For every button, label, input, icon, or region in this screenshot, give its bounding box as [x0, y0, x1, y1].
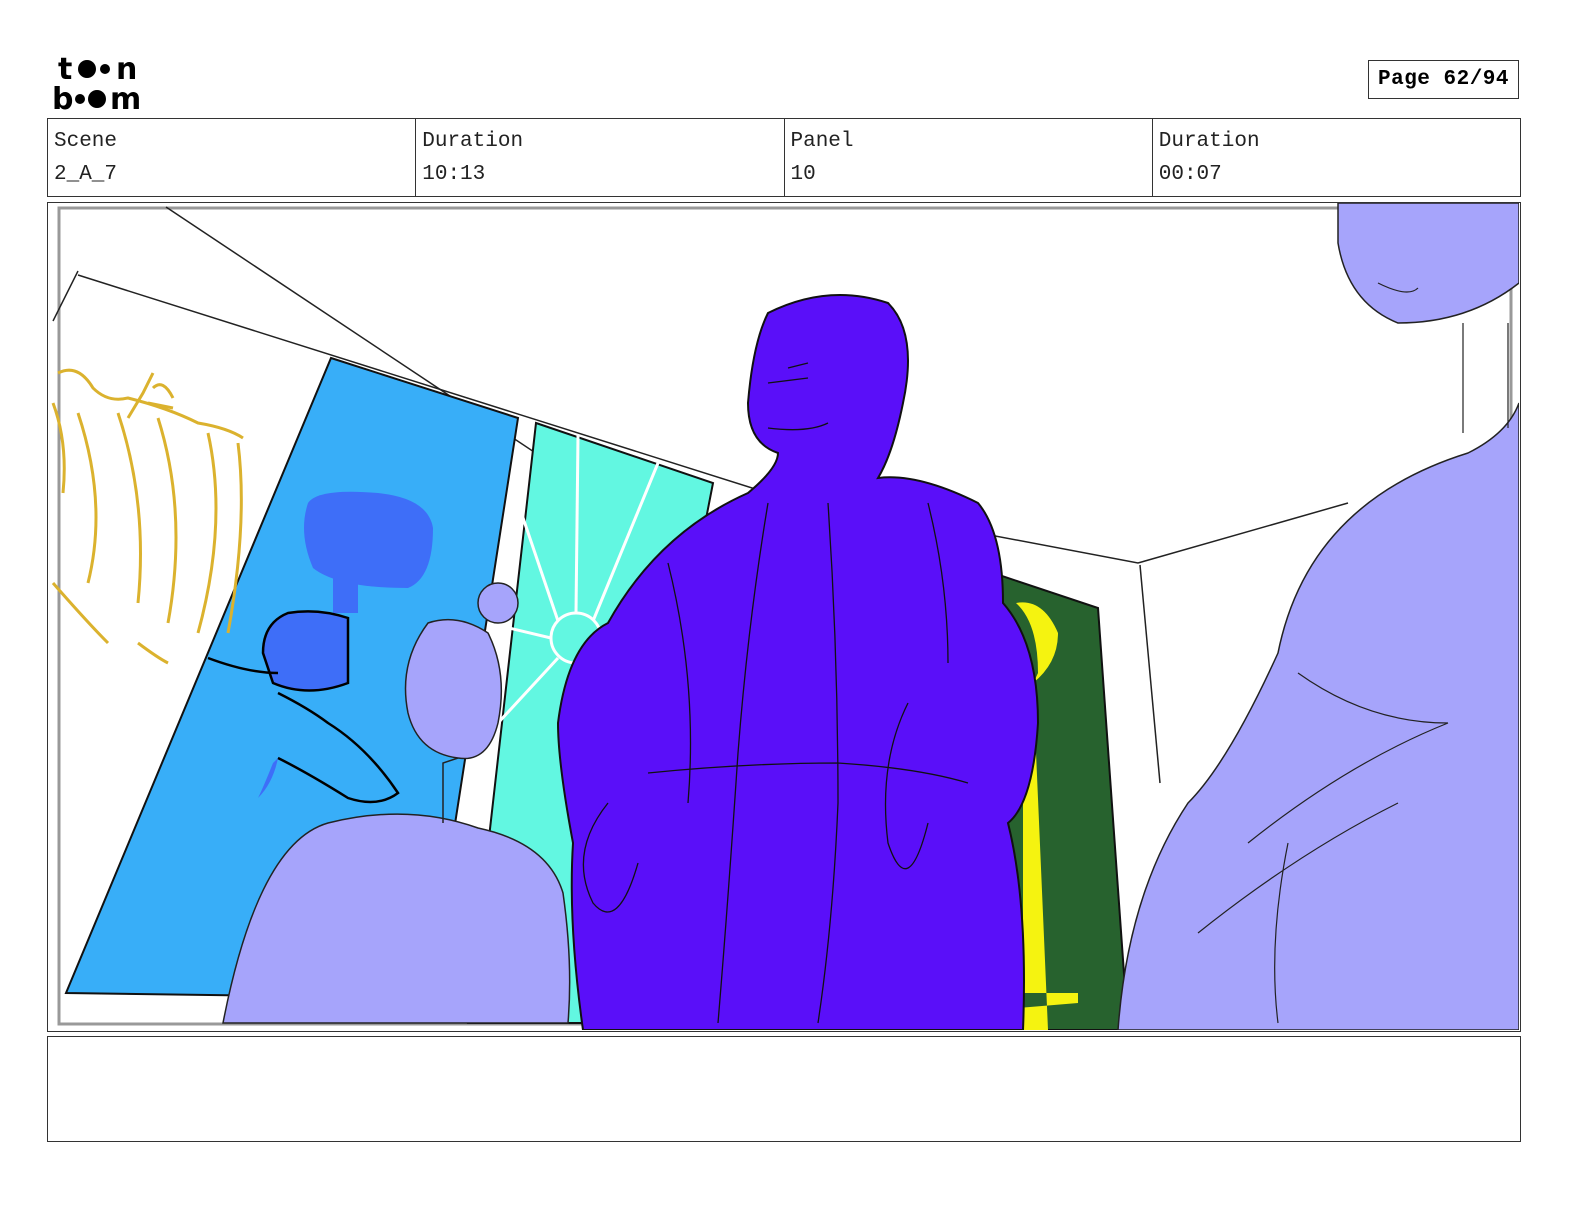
- toon-boom-logo-icon: t n b m: [52, 52, 141, 112]
- right-figure: [1117, 402, 1519, 1030]
- toon-boom-logo: t n b m: [52, 52, 164, 112]
- panel-frame: [47, 202, 1521, 1032]
- panel-value: 10: [790, 163, 816, 186]
- scene-duration-label: Duration: [422, 130, 524, 153]
- svg-text:m: m: [110, 82, 141, 112]
- scene-cell: Scene 2_A_7: [48, 119, 415, 196]
- storyboard-sketch-image: [51, 203, 1519, 1030]
- right-figure-head: [1337, 203, 1519, 324]
- panel-cell: Panel 10: [783, 119, 1152, 196]
- panel-duration-label: Duration: [1158, 130, 1260, 153]
- hammer-head: [304, 491, 433, 588]
- panel-notes: [47, 1036, 1521, 1142]
- left-figure-head: [404, 618, 503, 760]
- panel-label: Panel: [790, 130, 854, 153]
- main-character: [556, 294, 1040, 1030]
- scene-duration-cell: Duration 10:13: [415, 119, 783, 196]
- panel-duration-value: 00:07: [1158, 163, 1222, 186]
- page-number: Page 62/94: [1368, 60, 1519, 99]
- scene-info-header: Scene 2_A_7 Duration 10:13 Panel 10 Dura…: [47, 118, 1521, 197]
- scene-duration-value: 10:13: [422, 163, 486, 186]
- svg-text:b: b: [52, 82, 73, 112]
- scene-label: Scene: [54, 130, 118, 153]
- scene-value: 2_A_7: [54, 163, 118, 186]
- panel-duration-cell: Duration 00:07: [1151, 119, 1520, 196]
